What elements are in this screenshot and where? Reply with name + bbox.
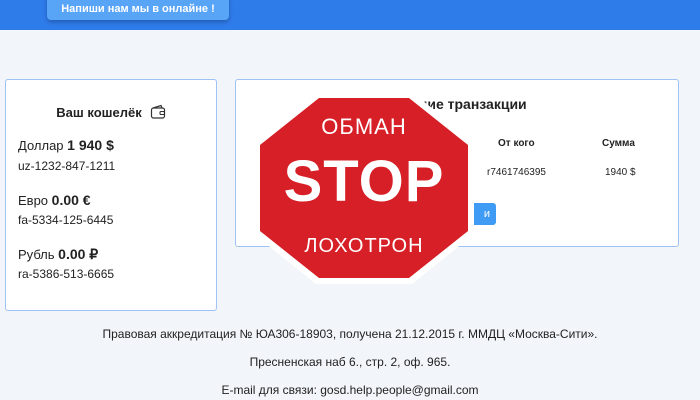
currency-rub: Рубль 0.00 ₽ xyxy=(18,246,98,263)
currency-usd: Доллар 1 940 $ xyxy=(18,137,114,153)
footer-accreditation: Правовая аккредитация № ЮА306-18903, пол… xyxy=(102,327,598,341)
currency-account: fa-5334-125-6445 xyxy=(18,213,114,227)
footer-address: Пресненская наб 6., стр. 2, оф. 965. xyxy=(249,355,451,369)
currency-amount: 0.00 ₽ xyxy=(58,246,99,262)
wallet-card: Ваш кошелёк Доллар 1 940 $ uz-1232-847-1… xyxy=(5,79,217,311)
footer-email: E-mail для связи: gosd.help.people@gmail… xyxy=(221,383,479,397)
currency-name: Евро xyxy=(18,193,49,208)
column-header-sum: Сумма xyxy=(602,138,635,149)
stop-sign-overlay: ОБМАН STOP ЛОХОТРОН xyxy=(252,90,476,286)
currency-name: Рубль xyxy=(18,247,55,262)
stop-text-bottom: ЛОХОТРОН xyxy=(304,235,424,257)
wallet-title-text: Ваш кошелёк xyxy=(56,104,142,120)
currency-amount: 1 940 $ xyxy=(67,137,114,153)
column-header-from: От кого xyxy=(498,138,535,149)
wallet-icon xyxy=(150,104,166,120)
currency-account: uz-1232-847-1211 xyxy=(18,159,116,173)
stop-text-middle: STOP xyxy=(283,149,445,214)
chat-online-button[interactable]: Напиши нам мы в онлайне ! xyxy=(47,0,229,20)
currency-amount: 0.00 € xyxy=(51,192,91,208)
top-bar: Напиши нам мы в онлайне ! xyxy=(0,0,700,30)
table-cell-from: r7461746395 xyxy=(487,167,546,178)
wallet-title: Ваш кошелёк xyxy=(6,104,216,120)
currency-account: ra-5386-513-6665 xyxy=(18,267,115,281)
currency-name: Доллар xyxy=(18,138,64,153)
stop-text-top: ОБМАН xyxy=(321,114,407,139)
table-cell-sum: 1940 $ xyxy=(605,167,636,178)
currency-eur: Евро 0.00 € xyxy=(18,192,91,208)
